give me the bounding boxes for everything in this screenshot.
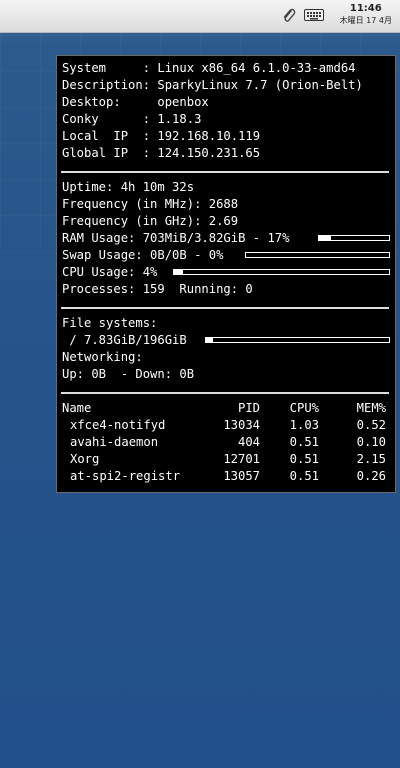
root-filesystem: / 7.83GiB/196GiB — [62, 333, 187, 347]
process-name: at-spi2-registr — [70, 469, 181, 483]
process-cpu: 0.51 — [289, 435, 319, 449]
ram-usage-bar-fill — [319, 236, 331, 240]
info-description: Description: SparkyLinux 7.7 (Orion-Belt… — [62, 78, 363, 92]
header-name: Name — [62, 401, 92, 415]
table-row: Xorg 12701 0.51 2.15 — [62, 451, 386, 468]
table-row: at-spi2-registr 13057 0.51 0.26 — [62, 468, 386, 485]
info-desktop: Desktop: openbox — [62, 95, 209, 109]
clock-date: 木曜日 17 4月 — [339, 16, 392, 25]
conky-panel: System : Linux x86_64 6.1.0-33-amd64 Des… — [56, 55, 396, 493]
process-cpu: 0.51 — [289, 452, 319, 466]
root-filesystem-bar — [205, 337, 390, 343]
divider — [61, 307, 389, 309]
process-pid: 12701 — [223, 452, 260, 466]
cpu-usage: CPU Usage: 4% — [62, 265, 158, 279]
process-mem: 0.10 — [356, 435, 386, 449]
network-traffic: Up: 0B - Down: 0B — [62, 367, 195, 381]
ram-usage: RAM Usage: 703MiB/3.82GiB - 17% — [62, 231, 290, 245]
process-name: Xorg — [70, 452, 100, 466]
process-name: xfce4-notifyd — [70, 418, 166, 432]
file-systems-heading: File systems: — [62, 316, 158, 330]
paperclip-icon[interactable] — [282, 7, 296, 29]
taskbar: 11:46 木曜日 17 4月 — [0, 0, 400, 33]
divider — [61, 392, 389, 394]
header-pid: PID — [237, 401, 260, 415]
table-row: avahi-daemon 404 0.51 0.10 — [62, 434, 386, 451]
info-global-ip: Global IP : 124.150.231.65 — [62, 146, 261, 160]
process-mem: 0.26 — [356, 469, 386, 483]
process-pid: 13057 — [223, 469, 260, 483]
cpu-usage-bar — [173, 269, 390, 275]
table-row: xfce4-notifyd 13034 1.03 0.52 — [62, 417, 386, 434]
info-system: System : Linux x86_64 6.1.0-33-amd64 — [62, 61, 356, 75]
process-cpu: 0.51 — [289, 469, 319, 483]
process-table-header: Name PID CPU% MEM% — [62, 400, 386, 417]
process-pid: 13034 — [223, 418, 260, 432]
process-table: Name PID CPU% MEM% xfce4-notifyd 13034 1… — [62, 400, 386, 485]
header-mem: MEM% — [356, 401, 386, 415]
frequency-ghz: Frequency (in GHz): 2.69 — [62, 214, 239, 228]
keyboard-icon[interactable] — [304, 7, 324, 26]
divider — [61, 171, 389, 173]
swap-usage-bar — [245, 252, 390, 258]
swap-usage: Swap Usage: 0B/0B - 0% — [62, 248, 224, 262]
processes: Processes: 159 Running: 0 — [62, 282, 253, 296]
clock[interactable]: 11:46 木曜日 17 4月 — [340, 3, 392, 26]
info-local-ip: Local IP : 192.168.10.119 — [62, 129, 261, 143]
ram-usage-bar — [318, 235, 390, 241]
process-cpu: 1.03 — [289, 418, 319, 432]
cpu-usage-bar-fill — [174, 270, 183, 274]
process-mem: 2.15 — [356, 452, 386, 466]
header-cpu: CPU% — [289, 401, 319, 415]
process-name: avahi-daemon — [70, 435, 159, 449]
process-pid: 404 — [237, 435, 260, 449]
info-conky: Conky : 1.18.3 — [62, 112, 202, 126]
networking-heading: Networking: — [62, 350, 143, 364]
uptime: Uptime: 4h 10m 32s — [62, 180, 195, 194]
root-filesystem-bar-fill — [206, 338, 214, 342]
clock-time: 11:46 — [349, 3, 382, 14]
process-mem: 0.52 — [356, 418, 386, 432]
frequency-mhz: Frequency (in MHz): 2688 — [62, 197, 239, 211]
